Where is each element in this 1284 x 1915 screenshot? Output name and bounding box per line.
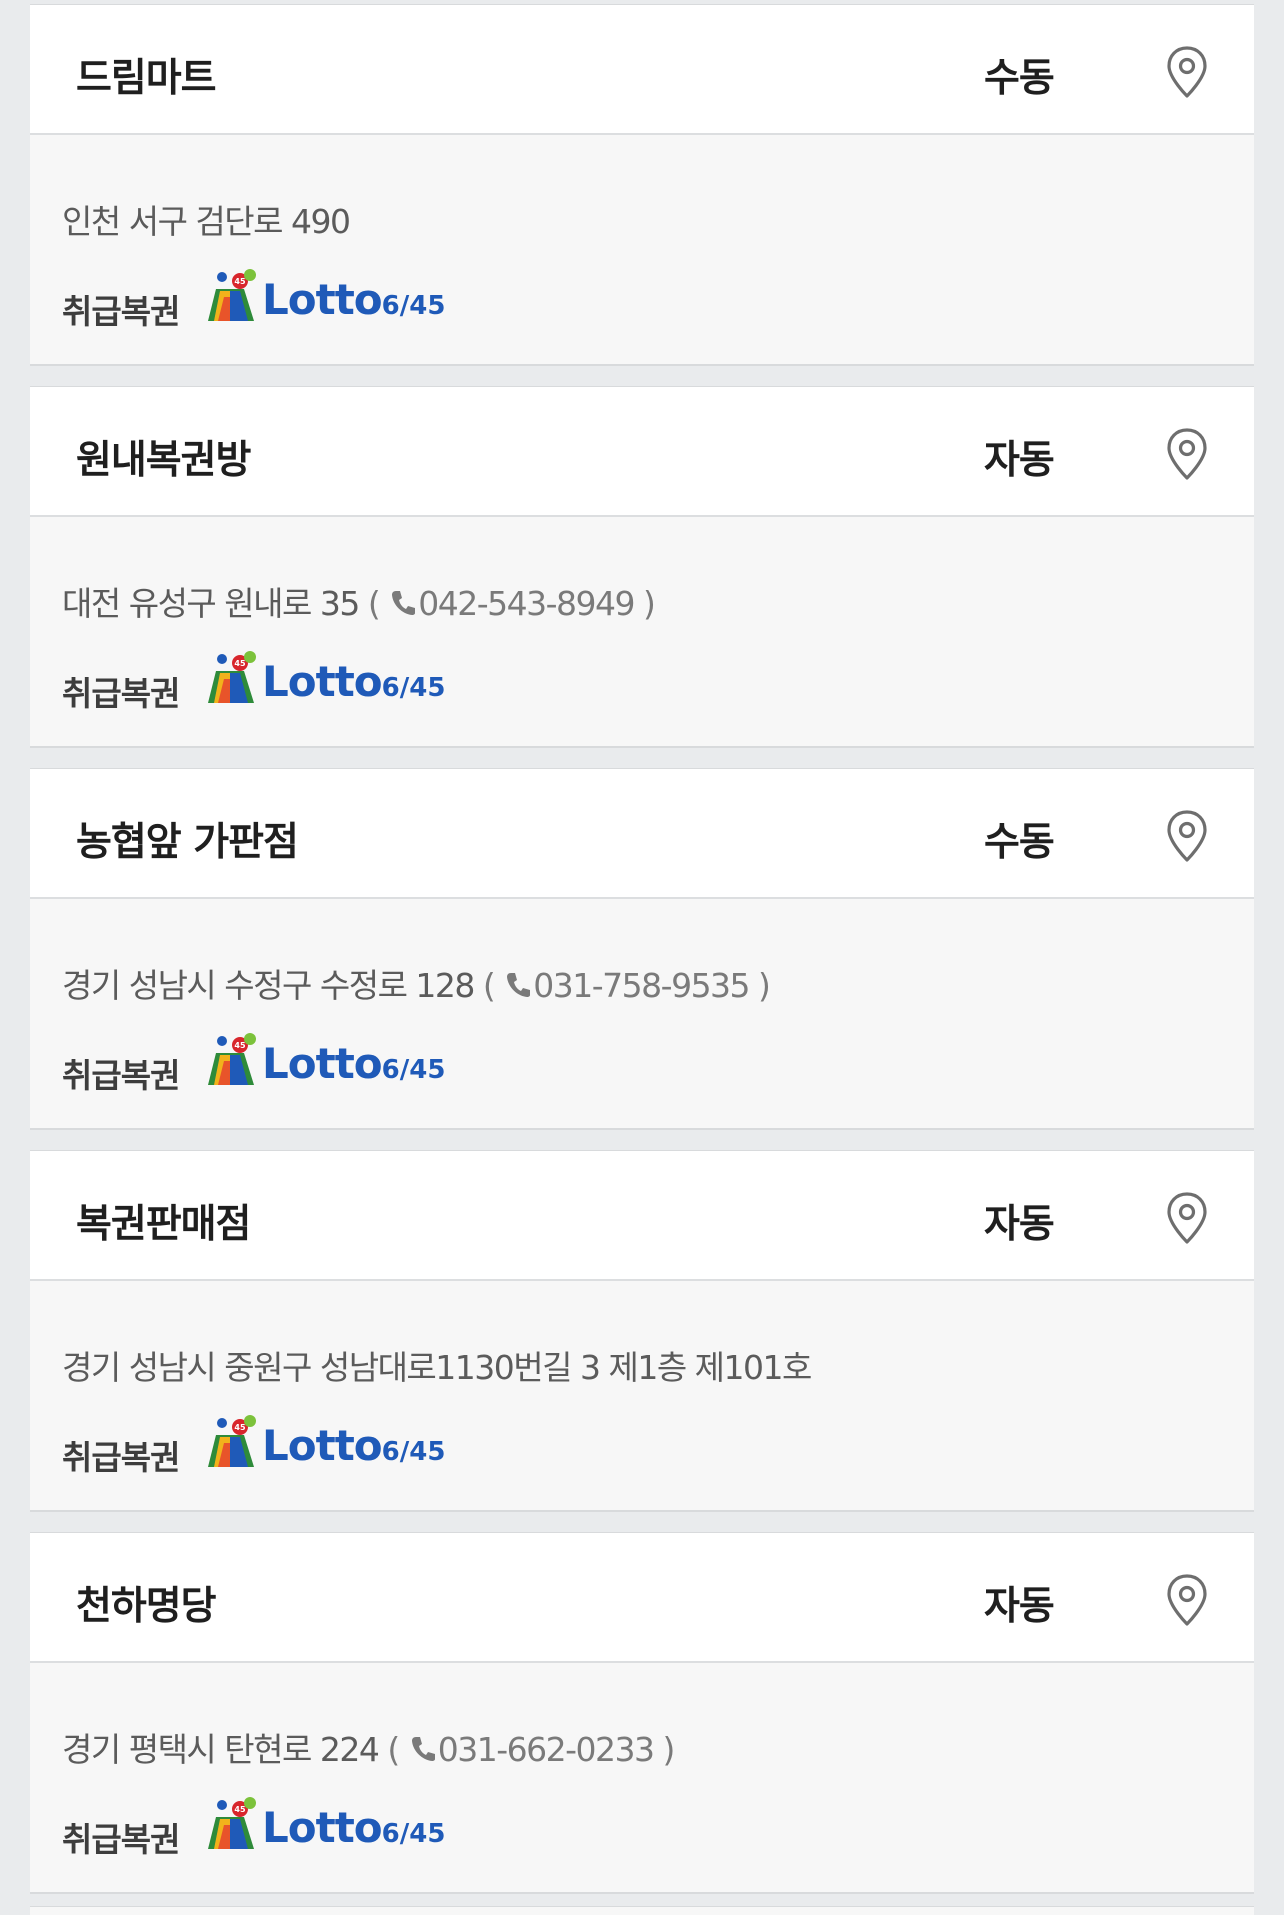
selection-type: 자동 [984, 1202, 1055, 1247]
store-card-header[interactable]: 농협앞 가판점 수동 [30, 769, 1254, 899]
lotto645-logo: 45 Lotto6/45 [200, 1795, 445, 1855]
lotto645-logo: 45 Lotto6/45 [200, 267, 445, 327]
store-card-header[interactable]: 원내복권방 자동 [30, 387, 1254, 517]
phone-icon [392, 591, 416, 615]
lotto-bag-icon: 45 [208, 651, 256, 703]
lotto-bag-icon: 45 [208, 1797, 256, 1849]
store-name: 드림마트 [76, 56, 217, 101]
selection-type: 수동 [984, 820, 1055, 865]
store-address: 인천 서구 검단로 490 [62, 202, 351, 241]
lotto-word: Lotto [262, 275, 383, 324]
store-address-row: 대전 유성구 원내로 35 ( 042-543-8949 ) [62, 577, 656, 625]
store-phone[interactable]: ( 031-662-0233 ) [387, 1730, 675, 1769]
goods-label: 취급복권 [62, 1438, 180, 1477]
store-address: 경기 성남시 중원구 성남대로1130번길 3 제1층 제101호 [62, 1348, 812, 1387]
lotto-number: 6/45 [381, 673, 446, 703]
selection-type: 자동 [984, 438, 1055, 483]
store-address: 대전 유성구 원내로 35 [62, 584, 360, 623]
selection-type: 수동 [984, 56, 1055, 101]
lotto-bag-icon: 45 [208, 1033, 256, 1085]
lotto-word: Lotto [262, 1421, 383, 1470]
lotto-number: 6/45 [381, 1055, 446, 1085]
store-address-row: 경기 평택시 탄현로 224 ( 031-662-0233 ) [62, 1723, 675, 1771]
lotto-number: 6/45 [381, 1819, 446, 1849]
store-address-row: 경기 성남시 수정구 수정로 128 ( 031-758-9535 ) [62, 959, 771, 1007]
store-name: 천하명당 [76, 1584, 217, 1629]
phone-icon [507, 973, 531, 997]
store-card: 원내복권방 자동 대전 유성구 원내로 35 ( 042-543-8949 ) … [30, 386, 1254, 748]
store-phone[interactable]: ( 031-758-9535 ) [483, 966, 771, 1005]
lotto-word: Lotto [262, 1803, 383, 1852]
store-name: 농협앞 가판점 [76, 820, 299, 865]
store-phone-number: 042-543-8949 [418, 584, 635, 623]
store-address-row: 인천 서구 검단로 490 [62, 195, 351, 243]
map-pin-icon[interactable] [1164, 45, 1210, 99]
store-address-row: 경기 성남시 중원구 성남대로1130번길 3 제1층 제101호 [62, 1341, 812, 1389]
store-card: 드림마트 수동 인천 서구 검단로 490 취급복권 45 Lotto6/45 [30, 4, 1254, 366]
svg-text:45: 45 [234, 1805, 246, 1814]
store-card-header[interactable]: 복권판매점 자동 [30, 1151, 1254, 1281]
store-name: 복권판매점 [76, 1202, 251, 1247]
store-address: 경기 평택시 탄현로 224 [62, 1730, 380, 1769]
lotto-bag-icon: 45 [208, 1415, 256, 1467]
goods-label: 취급복권 [62, 674, 180, 713]
goods-label: 취급복권 [62, 1056, 180, 1095]
selection-type: 자동 [984, 1584, 1055, 1629]
goods-label: 취급복권 [62, 1820, 180, 1859]
map-pin-icon[interactable] [1164, 809, 1210, 863]
lotto-number: 6/45 [381, 291, 446, 321]
lotto645-logo: 45 Lotto6/45 [200, 649, 445, 709]
map-pin-icon[interactable] [1164, 1573, 1210, 1627]
goods-label: 취급복권 [62, 292, 180, 331]
phone-icon [411, 1737, 435, 1761]
lotto-word: Lotto [262, 1039, 383, 1088]
lotto-bag-icon: 45 [208, 269, 256, 321]
store-phone-number: 031-758-9535 [533, 966, 750, 1005]
store-address: 경기 성남시 수정구 수정로 128 [62, 966, 475, 1005]
svg-text:45: 45 [234, 1041, 246, 1050]
store-card-header[interactable]: 천하명당 자동 [30, 1533, 1254, 1663]
map-pin-icon[interactable] [1164, 427, 1210, 481]
store-phone-number: 031-662-0233 [437, 1730, 655, 1769]
svg-text:45: 45 [234, 277, 246, 286]
lotto-word: Lotto [262, 657, 383, 706]
store-name: 원내복권방 [76, 438, 251, 483]
lotto645-logo: 45 Lotto6/45 [200, 1413, 445, 1473]
store-card: 농협앞 가판점 수동 경기 성남시 수정구 수정로 128 ( 031-758-… [30, 768, 1254, 1130]
lotto-number: 6/45 [381, 1437, 446, 1467]
map-pin-icon[interactable] [1164, 1191, 1210, 1245]
store-card: 복권판매점 자동 경기 성남시 중원구 성남대로1130번길 3 제1층 제10… [30, 1150, 1254, 1512]
lotto645-logo: 45 Lotto6/45 [200, 1031, 445, 1091]
store-card: 천하명당 자동 경기 평택시 탄현로 224 ( 031-662-0233 ) … [30, 1532, 1254, 1894]
svg-text:45: 45 [234, 1423, 246, 1432]
store-card-header[interactable]: 드림마트 수동 [30, 5, 1254, 135]
svg-text:45: 45 [234, 659, 246, 668]
store-phone[interactable]: ( 042-543-8949 ) [368, 584, 656, 623]
